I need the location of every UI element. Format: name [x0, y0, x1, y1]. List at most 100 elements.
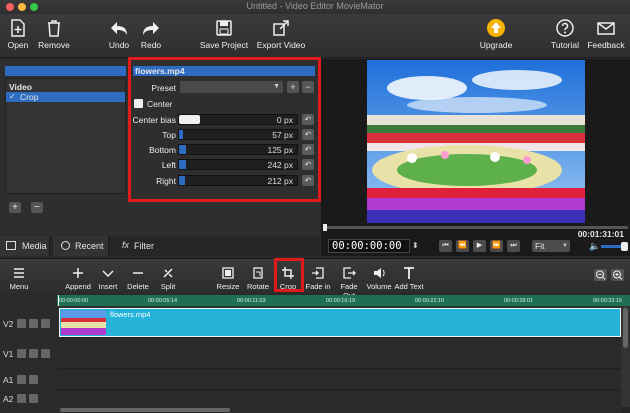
panel-tabs: Media Recent fx Filter — [0, 236, 320, 256]
play-button[interactable]: ▶ — [473, 240, 486, 252]
zoom-value: Fit — [535, 241, 545, 251]
fade-in-icon — [312, 267, 324, 279]
crop-highlight-box — [274, 258, 304, 292]
chevron-down-icon: ▼ — [562, 243, 568, 249]
delete-button[interactable]: Delete — [126, 266, 150, 291]
vertical-scroll-thumb[interactable] — [623, 308, 628, 348]
video-frame — [367, 60, 585, 223]
vertical-scrollbar[interactable] — [621, 306, 630, 407]
split-button[interactable]: Split — [157, 266, 179, 291]
v2-lock-button[interactable] — [41, 319, 50, 328]
a1-lock-button[interactable] — [29, 375, 38, 384]
media-icon — [6, 241, 16, 250]
insert-button[interactable]: Insert — [96, 266, 120, 291]
ruler-tick-label: 00:00:16:19 — [326, 298, 356, 304]
upgrade-label: Upgrade — [479, 40, 513, 50]
remove-filter-button[interactable]: − — [31, 202, 43, 213]
video-clip[interactable]: flowers.mp4 — [59, 308, 621, 337]
undo-button[interactable]: Undo — [104, 18, 134, 50]
volume-label: Volume — [366, 282, 392, 291]
menu-button[interactable]: Menu — [6, 266, 32, 291]
horizontal-scroll-thumb[interactable] — [60, 408, 230, 412]
undo-icon — [111, 22, 127, 35]
redo-icon — [143, 22, 159, 35]
tab-filter[interactable]: fx Filter — [112, 236, 166, 256]
ruler-tick-label: 00:00:33:16 — [593, 298, 623, 304]
filter-group-label: Video — [9, 82, 32, 92]
track-a2 — [57, 391, 630, 407]
open-file-icon — [11, 19, 25, 37]
tab-media[interactable]: Media — [0, 236, 50, 256]
track-v2-label: V2 — [3, 319, 14, 329]
fade-in-label: Fade in — [305, 282, 331, 291]
rewind-button[interactable]: ⏪ — [456, 240, 469, 252]
add-text-button[interactable]: Add Text — [394, 266, 424, 291]
menu-icon — [14, 268, 24, 278]
tab-media-label: Media — [22, 241, 47, 251]
horizontal-scrollbar[interactable] — [57, 407, 621, 413]
main-toolbar: Open Remove Undo Redo Save Project Expor… — [0, 14, 630, 58]
track-v1-label: V1 — [3, 349, 14, 359]
tutorial-button[interactable]: Tutorial — [549, 18, 581, 50]
clip-thumbnail — [61, 310, 106, 335]
track-v1 — [57, 339, 630, 369]
timecode-input[interactable]: 00:00:00:00 — [328, 239, 410, 253]
upgrade-button[interactable]: Upgrade — [476, 18, 516, 50]
zoom-out-button[interactable] — [594, 269, 607, 281]
clip-name-label: flowers.mp4 — [110, 310, 151, 319]
plus-icon — [73, 268, 83, 278]
filter-item-crop[interactable]: ✓ Crop — [6, 92, 125, 102]
tutorial-label: Tutorial — [550, 40, 580, 50]
track-a1 — [57, 370, 630, 390]
skip-end-button[interactable]: ⏭ — [507, 240, 520, 252]
feedback-button[interactable]: Feedback — [586, 18, 626, 50]
v1-visibility-button[interactable] — [29, 349, 38, 358]
volume-handle[interactable] — [621, 242, 628, 251]
save-project-button[interactable]: Save Project — [198, 18, 250, 50]
export-icon — [273, 20, 289, 36]
v2-mute-button[interactable] — [17, 319, 26, 328]
undo-label: Undo — [108, 40, 130, 50]
track-a1-label: A1 — [3, 375, 14, 385]
filter-item-label: Crop — [20, 92, 39, 102]
timecode-stepper[interactable]: ⬍ — [412, 239, 420, 253]
duration-display: 00:01:31:01 — [577, 229, 624, 239]
insert-label: Insert — [98, 282, 118, 291]
clock-icon — [61, 241, 70, 250]
volume-icon[interactable]: 🔈 — [589, 241, 600, 252]
skip-start-button[interactable]: ⏮ — [439, 240, 452, 252]
tab-recent[interactable]: Recent — [53, 236, 109, 256]
remove-button[interactable]: Remove — [36, 18, 72, 50]
speaker-icon — [374, 268, 385, 278]
ruler-tick-label: 00:00:22:10 — [415, 298, 445, 304]
a2-mute-button[interactable] — [17, 394, 26, 403]
zoom-select[interactable]: Fit ▼ — [532, 240, 570, 252]
a2-lock-button[interactable] — [29, 394, 38, 403]
ruler-tick-label: 00:00:28:01 — [504, 298, 534, 304]
v2-visibility-button[interactable] — [29, 319, 38, 328]
redo-button[interactable]: Redo — [136, 18, 166, 50]
resize-button[interactable]: Resize — [216, 266, 240, 291]
ruler-tick-label: 00:00:00:00 — [59, 298, 89, 304]
volume-slider[interactable] — [601, 242, 628, 251]
text-icon — [404, 267, 414, 279]
rotate-button[interactable]: Rotate — [246, 266, 270, 291]
ruler-corner — [0, 295, 57, 306]
a1-mute-button[interactable] — [17, 375, 26, 384]
add-filter-button[interactable]: + — [9, 202, 21, 213]
minus-icon — [133, 272, 143, 274]
volume-button[interactable]: Volume — [366, 266, 392, 291]
open-button[interactable]: Open — [3, 18, 33, 50]
zoom-in-button[interactable] — [611, 269, 624, 281]
v1-lock-button[interactable] — [41, 349, 50, 358]
playhead-handle[interactable] — [323, 224, 327, 231]
resize-label: Resize — [216, 282, 240, 291]
help-icon — [556, 19, 574, 37]
fast-forward-button[interactable]: ⏩ — [490, 240, 503, 252]
fade-in-button[interactable]: Fade in — [305, 266, 331, 291]
tab-filter-label: Filter — [134, 241, 154, 251]
v1-mute-button[interactable] — [17, 349, 26, 358]
export-video-button[interactable]: Export Video — [254, 18, 308, 50]
append-button[interactable]: Append — [63, 266, 93, 291]
fade-out-icon — [343, 267, 356, 279]
